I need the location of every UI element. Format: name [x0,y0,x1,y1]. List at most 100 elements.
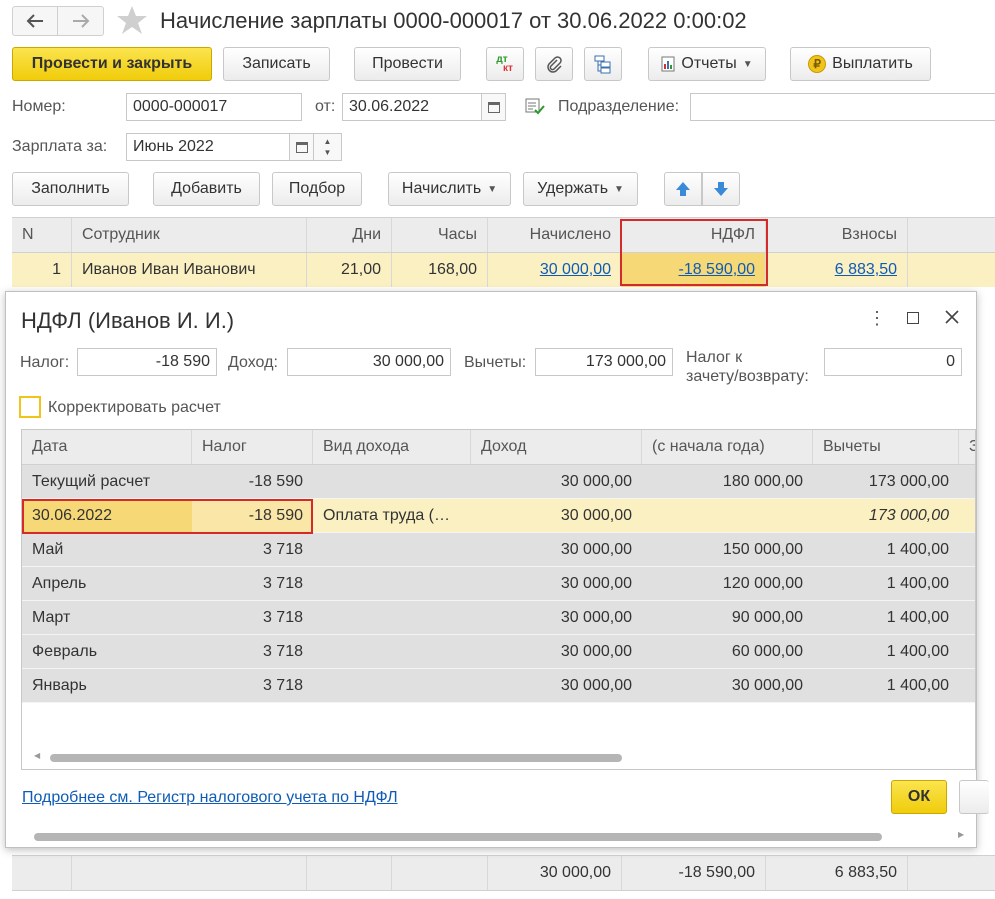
col-n[interactable]: N [12,218,72,252]
dialog-cell-ded[interactable]: 1 400,00 [813,635,959,668]
dialog-cell-date[interactable]: Текущий расчет [22,465,192,498]
move-up-button[interactable] [664,172,702,206]
salary-for-field[interactable]: Июнь 2022 [126,133,290,161]
dialog-table-row[interactable]: Январь 3 718 30 000,00 30 000,00 1 400,00 [22,669,975,703]
ok-button[interactable]: ОК [891,780,947,814]
table-row[interactable]: 1 Иванов Иван Иванович 21,00 168,00 30 0… [12,253,995,287]
division-field[interactable] [690,93,995,121]
deductions-field[interactable]: 173 000,00 [535,348,673,376]
dialog-cell-tax[interactable]: 3 718 [192,567,313,600]
dialog-table-scrollbar[interactable] [50,754,622,762]
dialog-cell-date[interactable]: Январь [22,669,192,702]
row-accrued-link[interactable]: 30 000,00 [540,261,611,279]
dialog-cell-ytd[interactable] [642,499,813,532]
maximize-icon[interactable] [907,312,919,324]
dialog-cell-ded[interactable]: 1 400,00 [813,601,959,634]
pay-button[interactable]: ₽ Выплатить [790,47,931,81]
dt-kt-button[interactable]: дт кт [486,47,524,81]
dialog-cell-ytd[interactable]: 30 000,00 [642,669,813,702]
dialog-table-row[interactable]: Май 3 718 30 000,00 150 000,00 1 400,00 [22,533,975,567]
date-field[interactable]: 30.06.2022 [342,93,482,121]
dialog-cell-ytd[interactable]: 60 000,00 [642,635,813,668]
dialog-cell-ded[interactable]: 1 400,00 [813,533,959,566]
pick-button[interactable]: Подбор [272,172,362,206]
dialog-table-row[interactable]: Апрель 3 718 30 000,00 120 000,00 1 400,00 [22,567,975,601]
dcol-kind[interactable]: Вид дохода [313,430,471,464]
col-employee[interactable]: Сотрудник [72,218,307,252]
dialog-cell-ded[interactable]: 173 000,00 [813,499,959,532]
dcol-ytd[interactable]: (с начала года) [642,430,813,464]
favorite-star-icon[interactable] [116,4,148,41]
move-down-button[interactable] [702,172,740,206]
dcol-deductions[interactable]: Вычеты [813,430,959,464]
dialog-cell-ded[interactable]: 1 400,00 [813,567,959,600]
dialog-cell-kind[interactable]: Оплата труда (… [313,499,471,532]
period-calendar-button[interactable] [290,133,314,161]
dialog-cell-income[interactable]: 30 000,00 [471,567,642,600]
dialog-cell-tax[interactable]: 3 718 [192,533,313,566]
dcol-income[interactable]: Доход [471,430,642,464]
date-calendar-button[interactable] [482,93,506,121]
dialog-cell-income[interactable]: 30 000,00 [471,601,642,634]
dialog-cell-income[interactable]: 30 000,00 [471,635,642,668]
post-and-close-button[interactable]: Провести и закрыть [12,47,212,81]
dcol-extra[interactable]: З [959,430,975,464]
number-field[interactable]: 0000-000017 [126,93,302,121]
dialog-cell-ytd[interactable]: 180 000,00 [642,465,813,498]
dialog-cell-kind[interactable] [313,635,471,668]
dialog-cell-kind[interactable] [313,601,471,634]
period-stepper[interactable]: ▲ ▼ [314,133,342,161]
more-vertical-icon[interactable]: ⋮ [868,308,886,330]
dialog-cell-tax[interactable]: 3 718 [192,635,313,668]
withhold-button[interactable]: Удержать ▼ [523,172,638,206]
dialog-cell-date[interactable]: Май [22,533,192,566]
dialog-cell-date[interactable]: Февраль [22,635,192,668]
add-button[interactable]: Добавить [153,172,260,206]
save-button[interactable]: Записать [223,47,330,81]
dialog-cell-kind[interactable] [313,465,471,498]
col-days[interactable]: Дни [307,218,392,252]
col-hours[interactable]: Часы [392,218,488,252]
row-employee[interactable]: Иванов Иван Иванович [72,253,307,287]
income-field[interactable]: 30 000,00 [287,348,451,376]
row-hours[interactable]: 168,00 [392,253,488,287]
dialog-table-scroll-left[interactable]: ◀ [34,751,40,760]
col-contributions[interactable]: Взносы [766,218,908,252]
accrue-button[interactable]: Начислить ▼ [388,172,511,206]
dialog-cell-tax[interactable]: 3 718 [192,601,313,634]
dialog-cell-date[interactable]: Март [22,601,192,634]
dialog-cell-income[interactable]: 30 000,00 [471,465,642,498]
offset-field[interactable]: 0 [824,348,962,376]
dialog-table-row[interactable]: Текущий расчет -18 590 30 000,00 180 000,00… [22,465,975,499]
dialog-cell-kind[interactable] [313,669,471,702]
ndfl-register-link[interactable]: Подробнее см. Регистр налогового учета п… [22,789,398,806]
dcol-tax[interactable]: Налог [192,430,313,464]
dialog-cell-kind[interactable] [313,567,471,600]
attach-button[interactable] [535,47,573,81]
dialog-cell-ded[interactable]: 173 000,00 [813,465,959,498]
nav-back-button[interactable] [12,6,58,36]
reports-button[interactable]: Отчеты ▼ [648,47,766,81]
tax-field[interactable]: -18 590 [77,348,217,376]
dialog-cell-ytd[interactable]: 120 000,00 [642,567,813,600]
extra-dialog-button[interactable] [959,780,989,814]
dialog-scrollbar[interactable] [34,833,882,841]
dialog-cell-ytd[interactable]: 90 000,00 [642,601,813,634]
dialog-table-row[interactable]: Февраль 3 718 30 000,00 60 000,00 1 400,00 [22,635,975,669]
dialog-cell-ded[interactable]: 1 400,00 [813,669,959,702]
stepper-up-icon[interactable]: ▲ [324,136,332,147]
fill-button[interactable]: Заполнить [12,172,129,206]
structure-button[interactable] [584,47,622,81]
dialog-cell-tax[interactable]: -18 590 [192,465,313,498]
dialog-scroll-right[interactable]: ▶ [958,830,964,839]
dialog-cell-ytd[interactable]: 150 000,00 [642,533,813,566]
dcol-date[interactable]: Дата [22,430,192,464]
post-button[interactable]: Провести [354,47,461,81]
col-accrued[interactable]: Начислено [488,218,622,252]
dialog-cell-date[interactable]: Апрель [22,567,192,600]
dialog-cell-kind[interactable] [313,533,471,566]
stepper-down-icon[interactable]: ▼ [324,147,332,158]
dialog-cell-income[interactable]: 30 000,00 [471,533,642,566]
row-days[interactable]: 21,00 [307,253,392,287]
dialog-cell-income[interactable]: 30 000,00 [471,499,642,532]
